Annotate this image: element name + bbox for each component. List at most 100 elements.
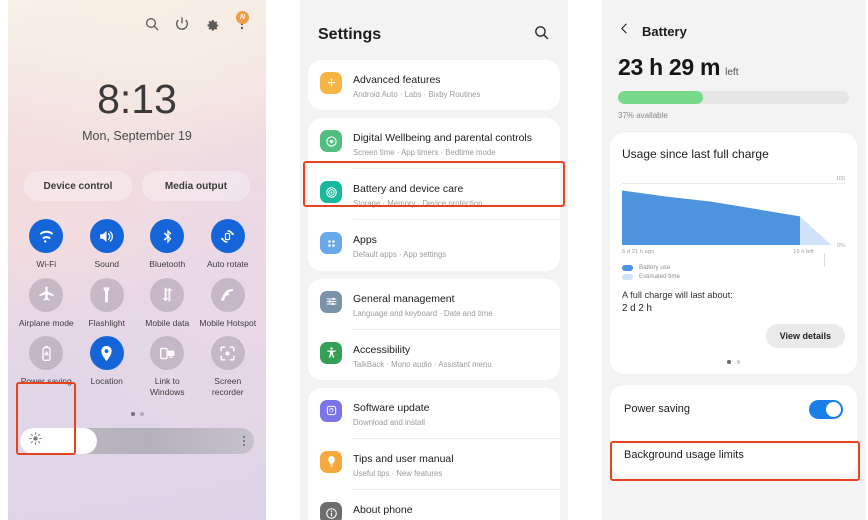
screen-recorder-icon[interactable] xyxy=(210,336,245,371)
lockscreen-date: Mon, September 19 xyxy=(82,129,192,143)
media-output-button[interactable]: Media output xyxy=(142,171,250,201)
legend-swatch xyxy=(622,273,633,280)
battery-time-left-suffix: left xyxy=(725,67,739,78)
battery-card-page-dots[interactable] xyxy=(622,360,845,364)
power-saving-toggle[interactable] xyxy=(809,399,843,419)
view-details-button[interactable]: View details xyxy=(765,324,845,348)
qs-tile-location[interactable]: Location xyxy=(77,336,138,397)
battery-usage-chart: 100 0% xyxy=(622,176,845,249)
quick-settings-page-dots[interactable] xyxy=(8,411,266,416)
gear-icon[interactable] xyxy=(204,16,220,32)
settings-row-text: Advanced features Android Auto · Labs · B… xyxy=(353,70,548,100)
overflow-menu-icon[interactable]: N xyxy=(234,11,250,32)
power-saving-icon[interactable] xyxy=(29,336,64,371)
option-row-power-saving[interactable]: Power saving xyxy=(610,253,857,434)
chevron-left-icon[interactable] xyxy=(618,22,631,40)
settings-row-subtitle: Storage · Memory · Device protection xyxy=(353,199,483,209)
full-charge-label: A full charge will last about: xyxy=(622,290,733,300)
option-row-background-usage-limits[interactable]: Background usage limits xyxy=(610,434,857,476)
qs-tile-power-saving[interactable]: Power saving xyxy=(16,336,77,397)
link-to-windows-icon[interactable] xyxy=(150,336,185,371)
settings-row-subtitle: Useful tips · New features xyxy=(353,468,443,478)
settings-row-subtitle: Language and keyboard · Date and time xyxy=(353,308,493,318)
settings-row-software-update[interactable]: Software update Download and install xyxy=(308,388,560,438)
battery-header: Battery xyxy=(602,0,865,40)
about-phone-icon xyxy=(320,502,342,520)
qs-tile-auto-rotate[interactable]: Auto rotate xyxy=(198,219,259,270)
toggle-divider xyxy=(824,253,825,267)
bluetooth-icon[interactable] xyxy=(150,219,185,253)
full-charge-info: A full charge will last about: 2 d 2 h xyxy=(622,290,845,314)
settings-row-text: General management Language and keyboard … xyxy=(353,289,548,319)
qs-tile-label: Screen recorder xyxy=(211,376,244,397)
page-dot-active xyxy=(130,411,135,416)
location-icon[interactable] xyxy=(89,336,124,371)
qs-tile-airplane-mode[interactable]: Airplane mode xyxy=(16,277,77,329)
brightness-slider[interactable] xyxy=(20,427,254,454)
mobile-data-icon[interactable] xyxy=(150,277,185,312)
qs-tile-mobile-hotspot[interactable]: Mobile Hotspot xyxy=(198,277,259,329)
wifi-icon[interactable] xyxy=(29,219,64,253)
chart-x-tick-labels: 6 d 21 h ago 19 h left xyxy=(622,249,845,255)
auto-rotate-icon[interactable] xyxy=(210,219,245,253)
accessibility-icon xyxy=(320,341,342,364)
qs-tile-link-to-windows[interactable]: Link to Windows xyxy=(137,336,198,397)
chart-series-estimated-time xyxy=(800,216,832,245)
sound-icon[interactable] xyxy=(89,219,124,253)
apps-icon xyxy=(320,232,342,255)
quick-settings-statusbar: N xyxy=(8,0,266,34)
settings-row-subtitle: Android Auto · Labs · Bixby Routines xyxy=(353,90,481,99)
page-dot xyxy=(139,411,144,416)
flashlight-icon[interactable] xyxy=(89,277,124,312)
qs-tile-label: Sound xyxy=(94,259,120,269)
legend-label: Battery use xyxy=(639,264,671,271)
settings-row-title: Tips and user manual xyxy=(353,452,454,465)
battery-usage-card: Usage since last full charge 100 0% 6 d … xyxy=(610,133,857,374)
qs-tile-wi-fi[interactable]: Wi-Fi xyxy=(16,219,77,270)
settings-row-tips-and-user-manual[interactable]: Tips and user manual Useful tips · New fe… xyxy=(308,439,560,489)
settings-row-text: Software update Download and install xyxy=(353,398,548,428)
qs-tile-mobile-data[interactable]: Mobile data xyxy=(137,277,198,329)
settings-row-advanced-features[interactable]: Advanced features Android Auto · Labs · B… xyxy=(308,60,560,110)
search-icon[interactable] xyxy=(144,16,160,32)
settings-row-title: General management xyxy=(353,292,455,305)
battery-available-label: 37% available xyxy=(618,111,668,120)
search-icon[interactable] xyxy=(533,24,550,46)
settings-row-battery-and-device-care[interactable]: Battery and device care Storage · Memory … xyxy=(308,169,560,219)
settings-group: Digital Wellbeing and parental controls S… xyxy=(308,118,560,271)
lockscreen-clock: 8:13 xyxy=(97,76,177,122)
page-dot-active xyxy=(727,360,731,364)
settings-group: Advanced features Android Auto · Labs · B… xyxy=(308,60,560,111)
battery-time-left-value: 23 h 29 m xyxy=(618,54,721,80)
airplane-icon[interactable] xyxy=(29,277,64,312)
qs-tile-label: Auto rotate xyxy=(206,259,249,269)
settings-row-digital-wellbeing-and-parental-controls[interactable]: Digital Wellbeing and parental controls S… xyxy=(308,118,560,168)
qs-tile-label: Mobile data xyxy=(145,317,190,328)
settings-row-title: Apps xyxy=(353,234,377,247)
legend-label: Estimated time xyxy=(639,273,680,280)
qs-tile-label: Mobile Hotspot xyxy=(199,317,257,328)
battery-level-bar xyxy=(618,91,849,104)
qs-tile-sound[interactable]: Sound xyxy=(77,219,138,270)
brightness-sun-icon xyxy=(29,431,42,450)
settings-row-general-management[interactable]: General management Language and keyboard … xyxy=(308,279,560,329)
settings-row-text: Apps Default apps · App settings xyxy=(353,230,548,260)
qs-tile-label: Flashlight xyxy=(88,317,125,328)
chart-x-tick-start: 6 d 21 h ago xyxy=(622,249,655,255)
hotspot-icon[interactable] xyxy=(210,277,245,312)
qs-tile-flashlight[interactable]: Flashlight xyxy=(77,277,138,329)
device-control-button[interactable]: Device control xyxy=(24,171,132,201)
settings-row-accessibility[interactable]: Accessibility TalkBack · Mono audio · Ass… xyxy=(308,330,560,380)
settings-header: Settings xyxy=(300,0,568,60)
power-icon[interactable] xyxy=(174,16,190,32)
settings-row-about-phone[interactable]: About phoneStatus · Legal information · … xyxy=(308,490,560,520)
legend-item-estimated-time: Estimated time xyxy=(622,273,845,280)
full-charge-value: 2 d 2 h xyxy=(622,303,652,314)
qs-tile-label: Bluetooth xyxy=(149,259,186,269)
brightness-menu-icon[interactable] xyxy=(243,435,245,446)
qs-tile-screen-recorder[interactable]: Screen recorder xyxy=(198,336,259,397)
settings-row-apps[interactable]: Apps Default apps · App settings xyxy=(308,220,560,270)
settings-row-subtitle: Screen time · App timers · Bedtime mode xyxy=(353,148,496,158)
chart-legend: Battery use Estimated time xyxy=(622,264,845,280)
qs-tile-bluetooth[interactable]: Bluetooth xyxy=(137,219,198,270)
